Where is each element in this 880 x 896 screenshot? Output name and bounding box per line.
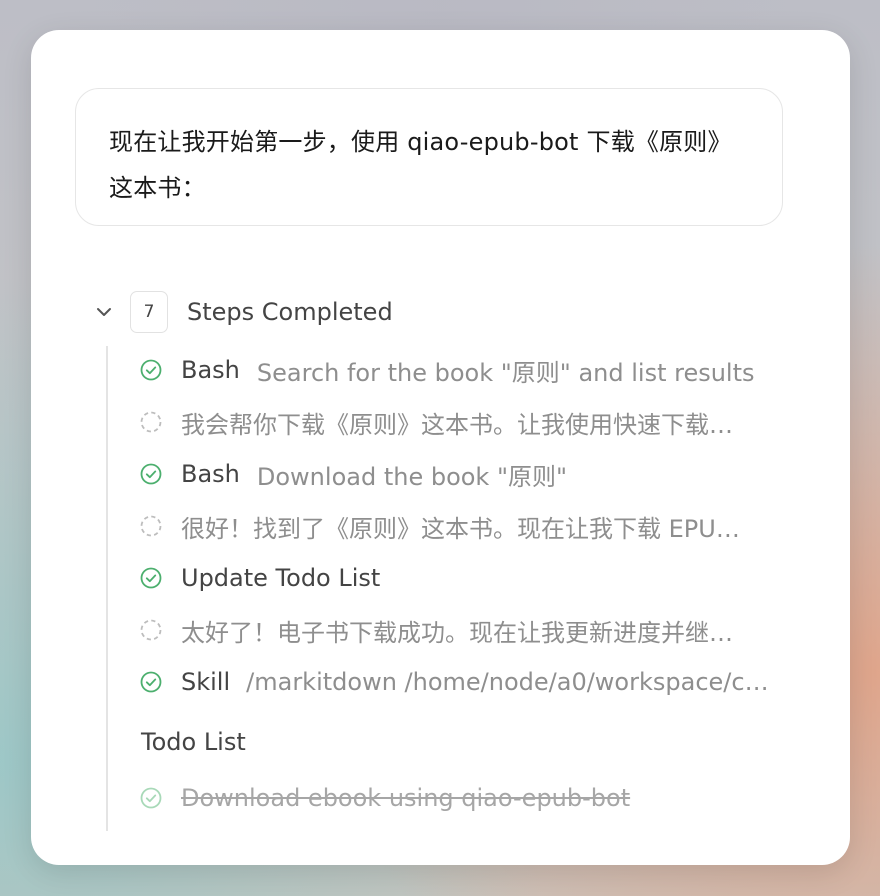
step-tool-name: Bash <box>181 356 240 384</box>
step-item[interactable]: 很好！找到了《原则》这本书。现在让我下载 EPU… <box>139 508 769 544</box>
todo-item-text: Download ebook using qiao-epub-bot <box>181 784 631 812</box>
check-circle-icon <box>139 566 163 590</box>
message-text: 现在让我开始第一步，使用 qiao-epub-bot 下载《原则》这本书： <box>109 128 732 202</box>
step-item[interactable]: 我会帮你下载《原则》这本书。让我使用快速下载… <box>139 404 769 440</box>
assistant-message-bubble: 现在让我开始第一步，使用 qiao-epub-bot 下载《原则》这本书： <box>75 88 783 226</box>
dashed-circle-icon <box>139 618 163 642</box>
step-tool-name: Update Todo List <box>181 564 381 592</box>
chat-panel: 现在让我开始第一步，使用 qiao-epub-bot 下载《原则》这本书： 7 … <box>31 30 850 865</box>
todo-list-title: Todo List <box>141 728 246 756</box>
step-description: Search for the book "原则" and list result… <box>256 358 755 387</box>
chevron-down-icon[interactable] <box>95 303 113 321</box>
step-item[interactable]: Update Todo List <box>139 560 769 596</box>
steps-rail <box>106 346 108 831</box>
step-tool-name: Skill <box>181 668 231 696</box>
steps-title: Steps Completed <box>187 298 393 326</box>
step-item[interactable]: Skill /markitdown /home/node/a0/workspac… <box>139 664 769 700</box>
dashed-circle-icon <box>139 514 163 538</box>
todo-item[interactable]: Download ebook using qiao-epub-bot <box>139 780 630 816</box>
step-description: 很好！找到了《原则》这本书。现在让我下载 EPU… <box>181 514 740 543</box>
steps-header[interactable]: 7 Steps Completed <box>95 289 393 335</box>
steps-count-badge: 7 <box>130 291 168 333</box>
check-circle-icon <box>139 358 163 382</box>
step-description: Download the book "原则" <box>256 462 568 491</box>
step-description: 我会帮你下载《原则》这本书。让我使用快速下载… <box>181 410 733 439</box>
check-circle-icon <box>139 462 163 486</box>
step-tool-name: Bash <box>181 460 240 488</box>
step-item[interactable]: 太好了！电子书下载成功。现在让我更新进度并继… <box>139 612 769 648</box>
check-circle-icon <box>139 670 163 694</box>
check-circle-icon <box>139 786 163 810</box>
step-description: 太好了！电子书下载成功。现在让我更新进度并继… <box>181 618 733 647</box>
dashed-circle-icon <box>139 410 163 434</box>
step-item[interactable]: Bash Search for the book "原则" and list r… <box>139 352 769 388</box>
step-item[interactable]: Bash Download the book "原则" <box>139 456 769 492</box>
step-description: /markitdown /home/node/a0/workspace/c… <box>246 668 769 696</box>
